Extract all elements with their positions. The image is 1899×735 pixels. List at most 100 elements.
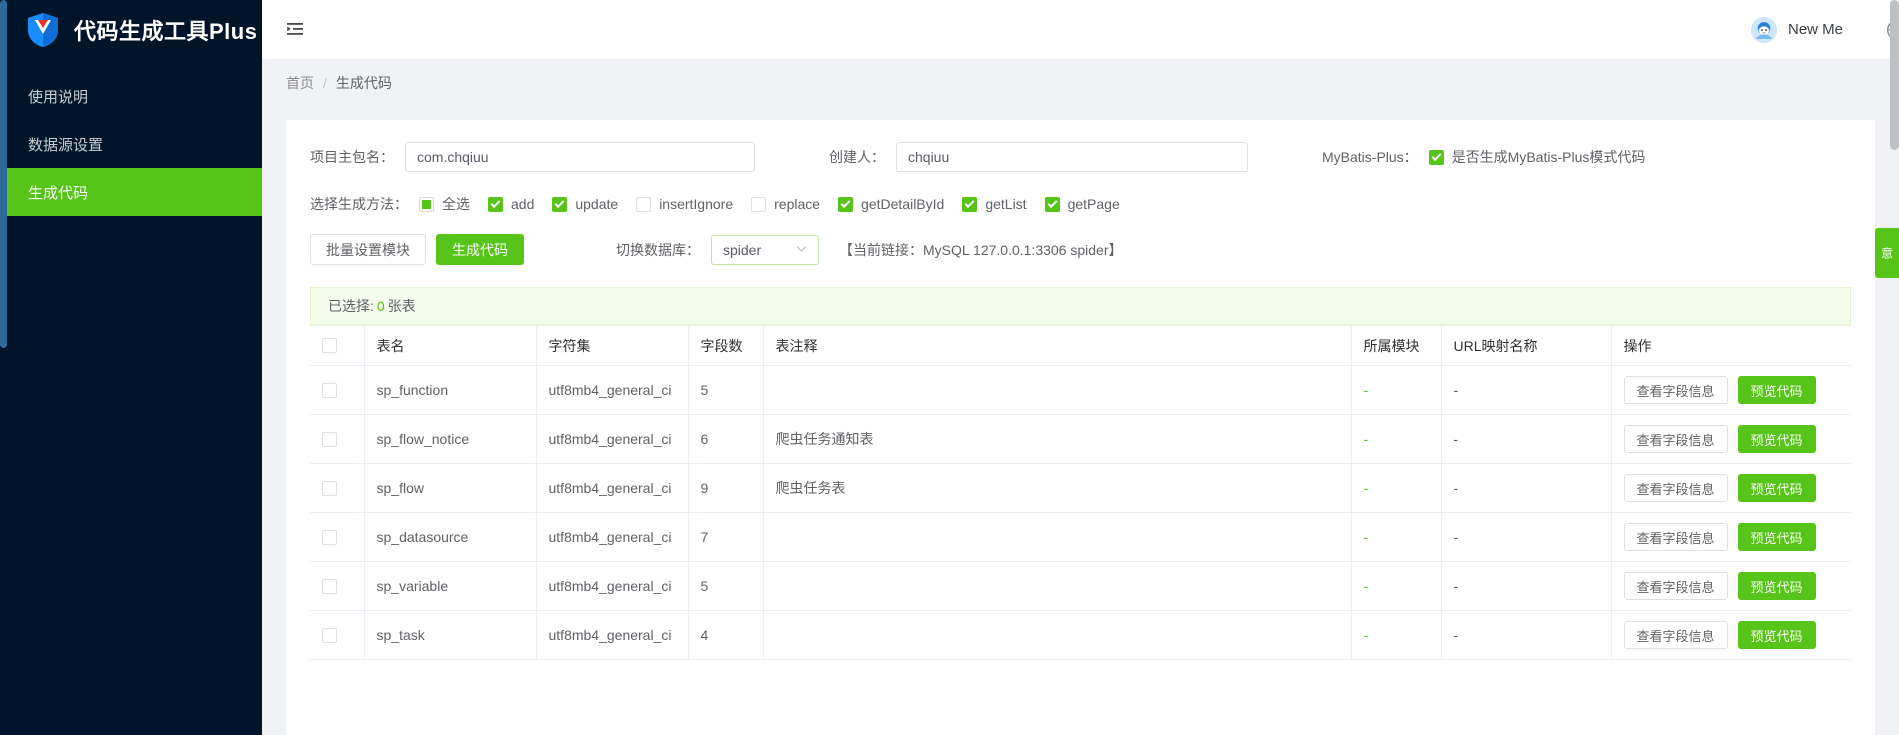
row-checkbox[interactable] xyxy=(322,627,337,643)
select-all-rows-checkbox[interactable] xyxy=(322,338,337,353)
cell-url-mapping: - xyxy=(1441,414,1612,464)
cell-table-name: sp_function xyxy=(364,365,537,415)
user-name: New Me xyxy=(1787,21,1843,38)
page-scrollbar[interactable] xyxy=(1890,0,1899,735)
cell-field-count: 7 xyxy=(688,512,764,562)
method-checkbox-add[interactable]: add xyxy=(488,196,534,212)
cell-url-mapping: - xyxy=(1441,463,1612,513)
method-checkbox-insertignore[interactable]: insertIgnore xyxy=(636,196,733,212)
preview-code-button[interactable]: 预览代码 xyxy=(1737,376,1816,404)
sidebar-nav: 使用说明 数据源设置 生成代码 xyxy=(0,60,262,216)
cell-table-comment xyxy=(763,561,1352,611)
breadcrumb: 首页 / 生成代码 xyxy=(262,60,1899,106)
module-edit-link[interactable]: - xyxy=(1364,431,1369,447)
method-checkbox-update[interactable]: update xyxy=(552,196,618,212)
cell-operations: 查看字段信息 预览代码 xyxy=(1611,512,1851,562)
checkbox-box xyxy=(1428,149,1444,165)
menu-fold-icon[interactable] xyxy=(282,17,308,43)
package-label: 项目主包名： xyxy=(310,149,394,165)
row-select-cell xyxy=(310,365,365,415)
view-fields-button[interactable]: 查看字段信息 xyxy=(1623,376,1728,404)
cell-charset: utf8mb4_general_ci xyxy=(536,365,689,415)
cell-url-mapping: - xyxy=(1441,561,1612,611)
table-row: sp_datasource utf8mb4_general_ci 7 - - 查… xyxy=(310,512,1851,562)
cell-table-name: sp_datasource xyxy=(364,512,537,562)
module-edit-link[interactable]: - xyxy=(1364,529,1369,545)
sidebar-item-instructions[interactable]: 使用说明 xyxy=(0,72,262,120)
row-operations: 查看字段信息 预览代码 xyxy=(1623,523,1840,551)
database-switch-group: 切换数据库： spider 【当前链接：MySQL 127.0.0.1:3306… xyxy=(616,234,1123,265)
method-checkbox-getlist[interactable]: getList xyxy=(962,196,1027,212)
preview-code-button[interactable]: 预览代码 xyxy=(1737,621,1816,649)
methods-label: 选择生成方法： xyxy=(310,196,408,212)
breadcrumb-home[interactable]: 首页 xyxy=(286,73,314,93)
method-checkbox-replace[interactable]: replace xyxy=(751,196,820,212)
checkbox-box xyxy=(552,196,568,212)
module-edit-link[interactable]: - xyxy=(1364,578,1369,594)
checkbox-box xyxy=(1044,196,1060,212)
view-fields-button[interactable]: 查看字段信息 xyxy=(1623,621,1728,649)
mybatis-plus-checkbox[interactable]: 是否生成MyBatis-Plus模式代码 xyxy=(1428,147,1645,167)
view-fields-button[interactable]: 查看字段信息 xyxy=(1623,425,1728,453)
sidebar-item-generate-code[interactable]: 生成代码 xyxy=(0,168,262,216)
brand[interactable]: 代码生成工具Plus xyxy=(0,0,262,60)
cell-table-comment xyxy=(763,610,1352,660)
cell-field-count: 5 xyxy=(688,561,764,611)
cell-url-mapping: - xyxy=(1441,365,1612,415)
checkbox-label: getList xyxy=(985,196,1027,212)
preview-code-button[interactable]: 预览代码 xyxy=(1737,523,1816,551)
generate-code-button[interactable]: 生成代码 xyxy=(436,234,524,265)
checkbox-box xyxy=(488,196,503,212)
preview-code-button[interactable]: 预览代码 xyxy=(1737,572,1816,600)
row-select-cell xyxy=(310,561,365,611)
cell-table-name: sp_task xyxy=(364,610,537,660)
checkbox-box xyxy=(838,196,854,212)
row-select-cell xyxy=(310,610,365,660)
module-edit-link[interactable]: - xyxy=(1364,627,1369,643)
header-charset: 字符集 xyxy=(536,325,689,366)
cell-field-count: 9 xyxy=(688,463,764,513)
row-select-cell xyxy=(310,463,365,513)
author-label: 创建人： xyxy=(829,149,885,165)
view-fields-button[interactable]: 查看字段信息 xyxy=(1623,572,1728,600)
url-mapping-value: - xyxy=(1453,431,1459,447)
selection-alert-prefix: 已选择: xyxy=(328,298,374,314)
table-row: sp_variable utf8mb4_general_ci 5 - - 查看字… xyxy=(310,561,1851,611)
row-checkbox[interactable] xyxy=(322,578,337,594)
header-table-name: 表名 xyxy=(364,325,537,366)
selection-alert-suffix: 张表 xyxy=(387,298,416,314)
method-checkbox-select-all[interactable]: 全选 xyxy=(419,194,470,214)
sidebar-item-datasource-settings[interactable]: 数据源设置 xyxy=(0,120,262,168)
preview-code-button[interactable]: 预览代码 xyxy=(1737,425,1816,453)
view-fields-button[interactable]: 查看字段信息 xyxy=(1623,523,1728,551)
user-menu[interactable]: New Me xyxy=(1750,16,1843,43)
form-row-basic: 项目主包名： 创建人： MyBatis-Plus： 是否生成MyBatis-Pl… xyxy=(310,142,1851,172)
breadcrumb-separator: / xyxy=(323,75,327,91)
database-select[interactable]: spider xyxy=(711,234,819,265)
module-edit-link[interactable]: - xyxy=(1364,382,1369,398)
package-input[interactable] xyxy=(405,142,755,172)
cell-table-comment xyxy=(763,365,1352,415)
module-edit-link[interactable]: - xyxy=(1364,480,1369,496)
view-fields-button[interactable]: 查看字段信息 xyxy=(1623,474,1728,502)
row-checkbox[interactable] xyxy=(322,431,337,447)
checkbox-label: insertIgnore xyxy=(659,196,734,212)
cell-operations: 查看字段信息 预览代码 xyxy=(1611,414,1851,464)
cell-module: - xyxy=(1351,610,1442,660)
cell-table-comment: 爬虫任务通知表 xyxy=(763,414,1352,464)
sidebar-scrollbar-thumb[interactable] xyxy=(0,0,7,348)
selection-alert: 已选择: 0 张表 xyxy=(310,287,1851,325)
preview-code-button[interactable]: 预览代码 xyxy=(1737,474,1816,502)
cell-operations: 查看字段信息 预览代码 xyxy=(1611,365,1851,415)
row-checkbox[interactable] xyxy=(322,382,337,398)
method-checkbox-getdetailbyid[interactable]: getDetailById xyxy=(838,196,944,212)
row-checkbox[interactable] xyxy=(322,529,337,545)
row-checkbox[interactable] xyxy=(322,480,337,496)
page-scrollbar-thumb[interactable] xyxy=(1890,0,1899,150)
selection-count: 0 xyxy=(376,298,385,314)
batch-set-module-button[interactable]: 批量设置模块 xyxy=(310,234,426,265)
author-input[interactable] xyxy=(896,142,1248,172)
method-checkbox-getpage[interactable]: getPage xyxy=(1044,196,1120,212)
checkbox-label: add xyxy=(511,196,535,212)
cell-module: - xyxy=(1351,463,1442,513)
